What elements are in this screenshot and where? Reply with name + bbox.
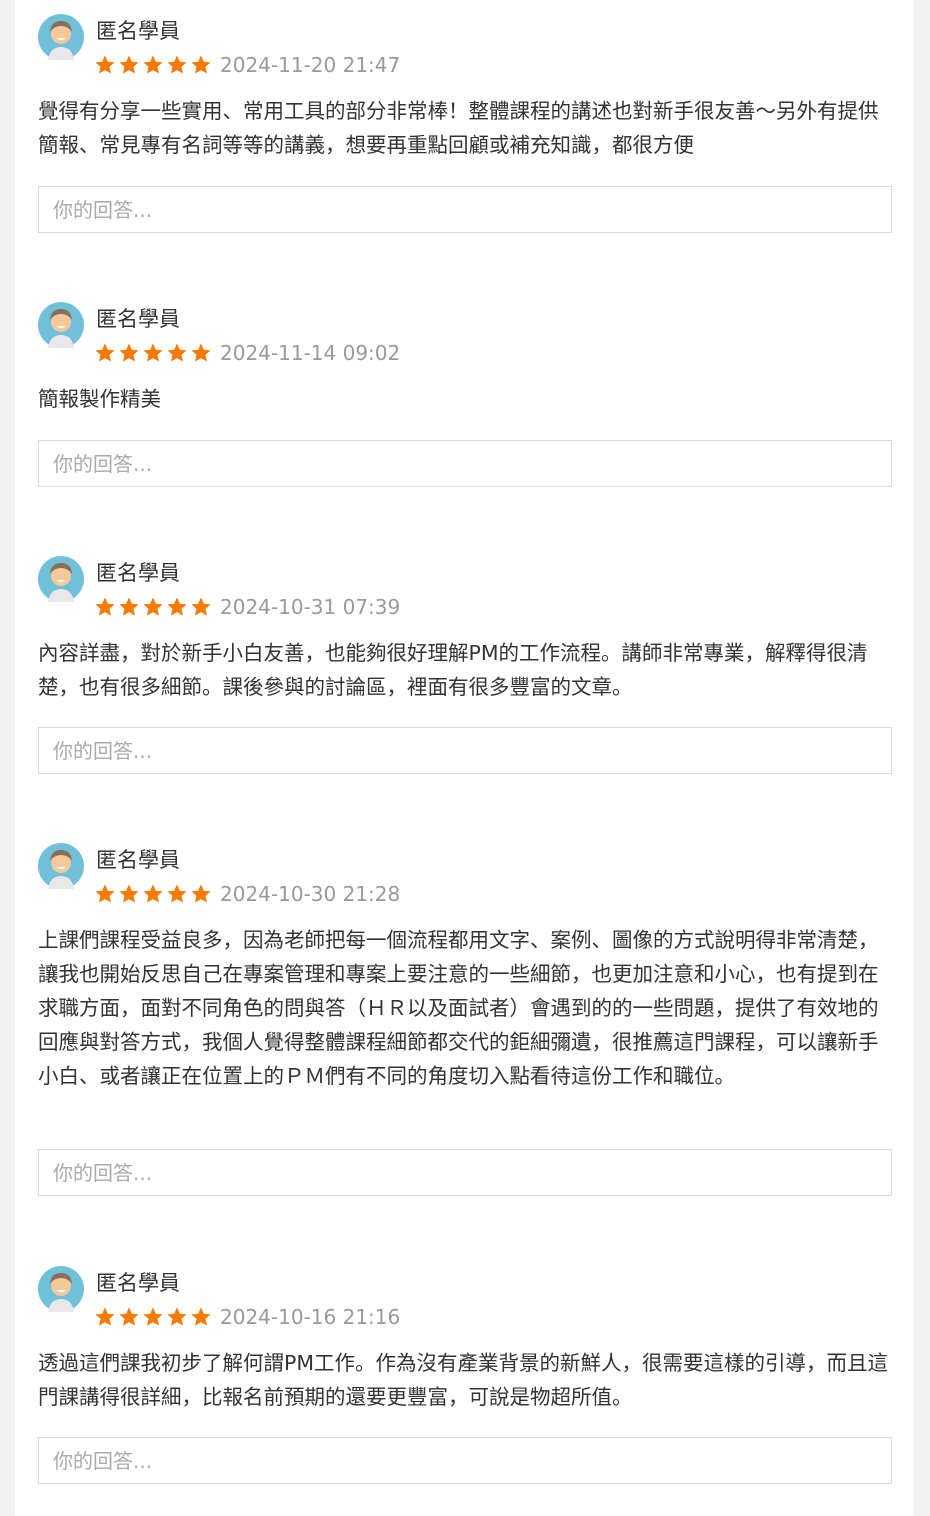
review-comment: 簡報製作精美 [38,387,161,411]
star-rating [94,342,212,364]
star-rating [94,1306,212,1328]
review-author: 匿名學員 [96,848,180,872]
review-comment: 內容詳盡，對於新手小白友善，也能夠很好理解PM的工作流程。講師非常專業，解釋得很… [38,641,868,699]
star-icon [95,343,115,362]
star-icon [143,343,163,362]
avatar-icon [38,302,84,348]
star-icon [143,597,163,616]
review-date: 2024-11-20 21:47 [220,53,401,77]
star-rating [94,54,212,76]
review-comment: 上課們課程受益良多，因為老師把每一個流程都用文字、案例、圖像的方式說明得非常清楚… [38,928,879,1088]
reply-input[interactable] [38,186,892,233]
avatar-icon [38,14,84,60]
star-icon [167,1307,187,1326]
star-icon [167,597,187,616]
reply-input[interactable] [38,440,892,487]
review-comment: 覺得有分享一些實用、常用工具的部分非常棒！整體課程的講述也對新手很友善～另外有提… [38,99,879,157]
star-icon [95,55,115,74]
star-icon [167,884,187,903]
star-icon [191,884,211,903]
avatar-icon [38,843,84,889]
star-icon [119,1307,139,1326]
reply-input[interactable] [38,1149,892,1196]
star-icon [191,55,211,74]
reply-input[interactable] [38,1437,892,1484]
star-icon [191,1307,211,1326]
review-author: 匿名學員 [96,561,180,585]
review-date: 2024-11-14 09:02 [220,341,401,365]
star-icon [95,1307,115,1326]
star-icon [119,597,139,616]
review-author: 匿名學員 [96,1271,180,1295]
reply-input[interactable] [38,727,892,774]
avatar-icon [38,1266,84,1312]
star-icon [95,884,115,903]
star-icon [119,55,139,74]
star-icon [167,55,187,74]
rating-row: 2024-11-14 09:02 [94,340,400,366]
review-author: 匿名學員 [96,307,180,331]
review-author: 匿名學員 [96,19,180,43]
star-rating [94,596,212,618]
rating-row: 2024-10-31 07:39 [94,594,400,620]
review-date: 2024-10-16 21:16 [220,1305,401,1329]
star-icon [119,343,139,362]
rating-row: 2024-10-30 21:28 [94,881,400,907]
star-icon [143,55,163,74]
review-comment: 透過這們課我初步了解何謂PM工作。作為沒有產業背景的新鮮人，很需要這樣的引導，而… [38,1351,889,1409]
star-icon [95,597,115,616]
star-icon [191,343,211,362]
star-icon [191,597,211,616]
star-icon [119,884,139,903]
rating-row: 2024-10-16 21:16 [94,1304,400,1330]
reviews-panel: 匿名學員 2024-11-20 21:47 覺得有分享一些實用、常用工具的部分非… [15,0,914,1516]
star-icon [143,1307,163,1326]
review-date: 2024-10-30 21:28 [220,882,401,906]
rating-row: 2024-11-20 21:47 [94,52,400,78]
star-icon [167,343,187,362]
review-date: 2024-10-31 07:39 [220,595,401,619]
star-icon [143,884,163,903]
star-rating [94,883,212,905]
avatar-icon [38,556,84,602]
